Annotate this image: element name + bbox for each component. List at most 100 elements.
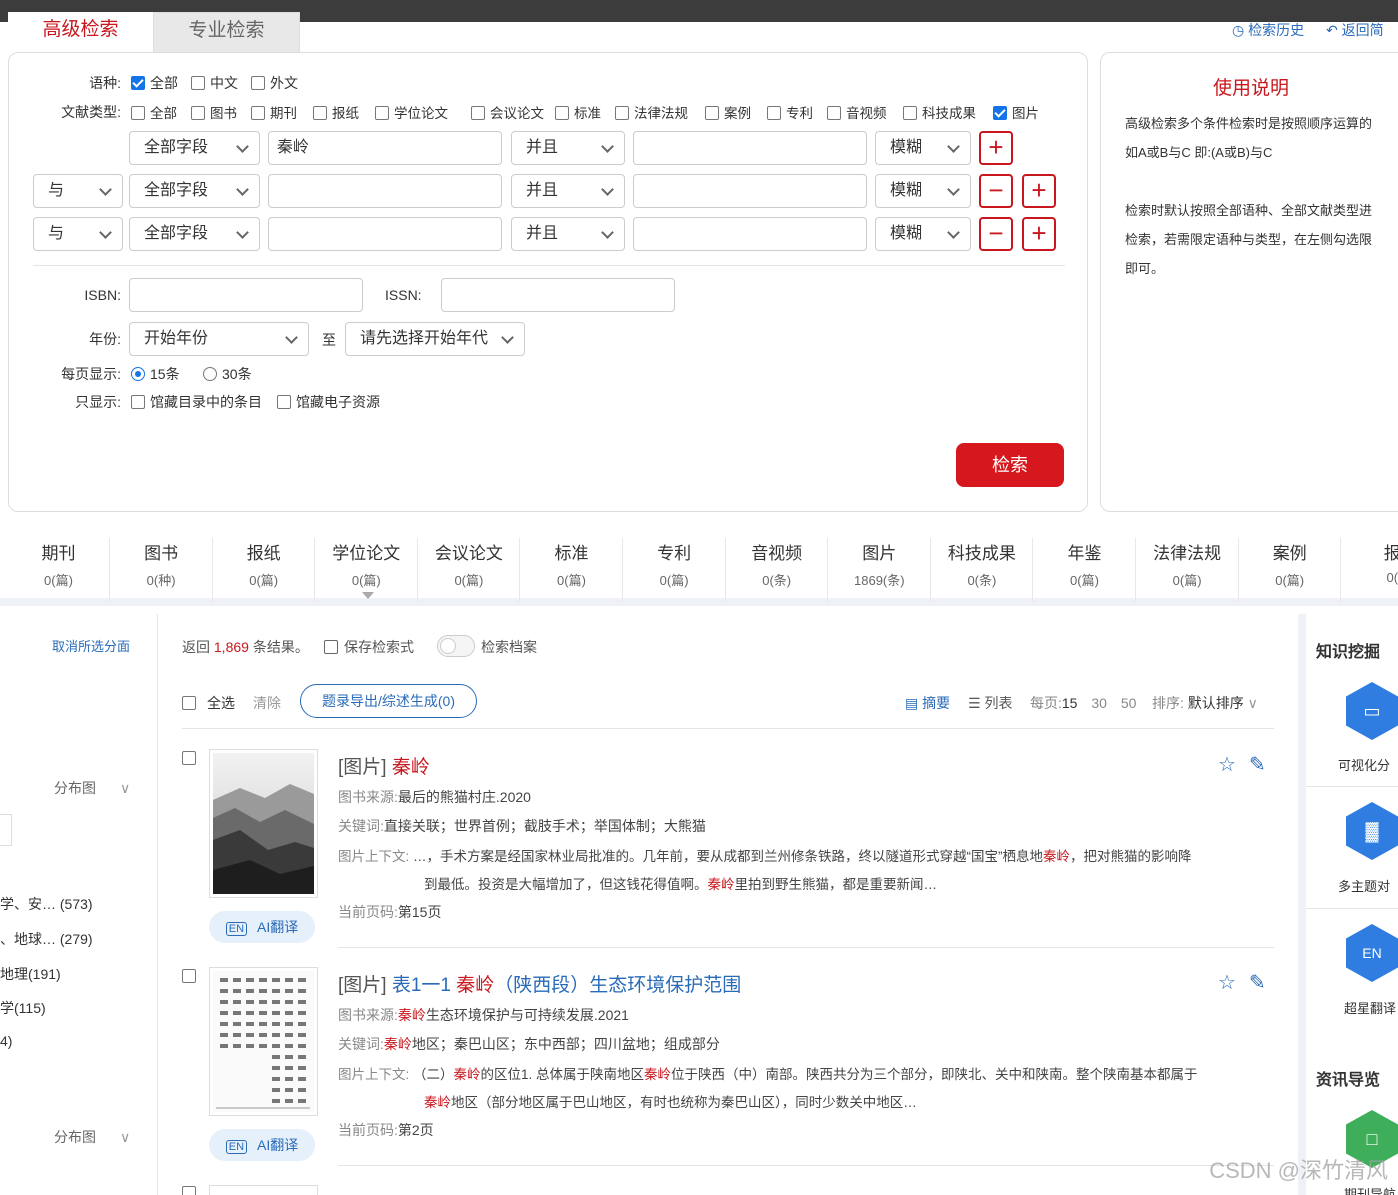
visualization-label[interactable]: 可视化分: [1338, 755, 1390, 774]
result-title[interactable]: [图片] 表1一1 秦岭（陕西段）生态环境保护范围: [338, 970, 741, 997]
translate-icon[interactable]: EN: [1346, 924, 1398, 982]
search-button[interactable]: 检索: [956, 443, 1064, 487]
facet-item[interactable]: 学、安… (573): [0, 894, 93, 914]
result-checkbox[interactable]: [182, 968, 201, 984]
keyword-input-1[interactable]: 秦岭: [268, 131, 502, 165]
op-select-3[interactable]: 并且: [511, 217, 625, 251]
doctype-checkbox[interactable]: 全部: [131, 102, 177, 122]
category-tab[interactable]: 科技成果 0(条): [931, 538, 1034, 602]
keyword2-input-1[interactable]: [633, 131, 867, 165]
distribution-chart-toggle[interactable]: 分布图 ∨: [54, 1127, 130, 1147]
ai-translate-button[interactable]: EN AI翻译: [209, 1129, 315, 1161]
result-thumbnail[interactable]: [209, 1185, 318, 1195]
cancel-facets-link[interactable]: 取消所选分面: [52, 636, 130, 655]
keyword2-input-3[interactable]: [633, 217, 867, 251]
category-tab[interactable]: 标准 0(篇): [521, 538, 623, 602]
sort-control[interactable]: 排序: 默认排序 ∨: [1152, 693, 1258, 713]
result-thumbnail[interactable]: [209, 967, 318, 1116]
ai-translate-button[interactable]: EN AI翻译: [209, 911, 315, 943]
category-tab[interactable]: 图书 0(种): [111, 538, 213, 602]
language-checkbox[interactable]: 全部: [131, 73, 178, 93]
facet-item[interactable]: 4): [0, 1033, 12, 1049]
isbn-input[interactable]: [129, 278, 363, 312]
doctype-checkbox[interactable]: 法律法规: [615, 102, 688, 122]
doctype-checkbox[interactable]: 案例: [705, 102, 751, 122]
doctype-checkbox[interactable]: 专利: [767, 102, 813, 122]
only-electronic-checkbox[interactable]: 馆藏电子资源: [277, 392, 380, 412]
category-tab[interactable]: 音视频 0(条): [726, 538, 829, 602]
category-tab[interactable]: 案例 0(篇): [1239, 538, 1342, 602]
view-list-button[interactable]: ☰ 列表: [968, 693, 1012, 713]
history-link[interactable]: ◷ 检索历史: [1232, 22, 1304, 38]
op-select-2[interactable]: 并且: [511, 174, 625, 208]
mode-select-2[interactable]: 模糊: [875, 174, 971, 208]
edit-note-icon[interactable]: ✎: [1249, 970, 1266, 995]
category-tab[interactable]: 法律法规 0(篇): [1137, 538, 1239, 602]
field-select-1[interactable]: 全部字段: [129, 131, 260, 165]
doctype-checkbox[interactable]: 期刊: [251, 102, 297, 122]
perpage-15[interactable]: 15: [1062, 695, 1078, 711]
perpage-50[interactable]: 50: [1121, 695, 1137, 711]
facet-item[interactable]: 、地球… (279): [0, 929, 93, 949]
save-query-button[interactable]: 保存检索式: [324, 637, 414, 657]
doctype-checkbox[interactable]: 科技成果: [903, 102, 976, 122]
doctype-checkbox[interactable]: 图书: [191, 102, 237, 122]
add-row-button[interactable]: +: [1022, 174, 1056, 208]
language-checkbox[interactable]: 中文: [191, 73, 238, 93]
export-button[interactable]: 题录导出/综述生成(0): [300, 684, 477, 718]
doctype-checkbox[interactable]: 学位论文: [375, 102, 448, 122]
logic-select-3[interactable]: 与: [33, 217, 123, 251]
view-abstract-button[interactable]: ▤ 摘要: [905, 693, 950, 713]
clear-button[interactable]: 清除: [253, 693, 281, 713]
favorite-star-icon[interactable]: ☆: [1218, 970, 1236, 995]
category-tab[interactable]: 专利 0(篇): [624, 538, 726, 602]
result-checkbox[interactable]: [182, 750, 201, 766]
language-checkbox[interactable]: 外文: [251, 73, 298, 93]
doctype-checkbox[interactable]: 音视频: [827, 102, 887, 122]
select-all-checkbox[interactable]: 全选: [182, 693, 235, 713]
distribution-chart-toggle[interactable]: 分布图 ∨: [54, 778, 130, 798]
journal-nav-label[interactable]: 期刊导航: [1344, 1184, 1396, 1195]
doctype-checkbox[interactable]: 会议论文: [471, 102, 544, 122]
facet-item[interactable]: 地理(191): [0, 964, 61, 984]
tab-professional-search[interactable]: 专业检索: [153, 12, 300, 52]
multi-topic-icon[interactable]: ▓: [1346, 802, 1398, 860]
perpage-30-radio[interactable]: 30条: [203, 364, 252, 384]
result-checkbox[interactable]: [182, 1185, 201, 1195]
mode-select-1[interactable]: 模糊: [875, 131, 971, 165]
mode-select-3[interactable]: 模糊: [875, 217, 971, 251]
perpage-30[interactable]: 30: [1091, 695, 1107, 711]
category-tab[interactable]: 年鉴 0(篇): [1034, 538, 1136, 602]
category-tab[interactable]: 报纸 0(篇): [213, 538, 316, 602]
back-link[interactable]: ↶ 返回简: [1326, 22, 1384, 38]
result-title[interactable]: [图片] 秦岭: [338, 752, 430, 779]
translate-label[interactable]: 超星翻译: [1344, 998, 1396, 1017]
doctype-checkbox[interactable]: 标准: [555, 102, 601, 122]
logic-select-2[interactable]: 与: [33, 174, 123, 208]
issn-input[interactable]: [441, 278, 675, 312]
year-start-select[interactable]: 开始年份: [129, 322, 309, 356]
perpage-15-radio[interactable]: 15条: [131, 364, 180, 384]
tab-advanced-search[interactable]: 高级检索: [8, 12, 153, 52]
archive-toggle[interactable]: [437, 635, 475, 657]
result-thumbnail[interactable]: [209, 749, 318, 898]
category-tab[interactable]: 图片 1869(条): [829, 538, 931, 602]
visualization-icon[interactable]: ▭: [1346, 682, 1398, 740]
favorite-star-icon[interactable]: ☆: [1218, 752, 1236, 777]
keyword2-input-2[interactable]: [633, 174, 867, 208]
remove-row-button[interactable]: −: [979, 174, 1013, 208]
keyword-input-3[interactable]: [268, 217, 502, 251]
category-tab[interactable]: 会议论文 0(篇): [418, 538, 521, 602]
op-select-1[interactable]: 并且: [511, 131, 625, 165]
multi-topic-label[interactable]: 多主题对: [1338, 876, 1390, 895]
add-row-button[interactable]: +: [1022, 217, 1056, 251]
add-row-button[interactable]: +: [979, 131, 1013, 165]
year-end-select[interactable]: 请先选择开始年代: [345, 322, 525, 356]
field-select-2[interactable]: 全部字段: [129, 174, 260, 208]
category-tab[interactable]: 报 0(: [1342, 538, 1398, 602]
category-tab[interactable]: 期刊 0(篇): [8, 538, 110, 602]
keyword-input-2[interactable]: [268, 174, 502, 208]
doctype-checkbox[interactable]: 报纸: [313, 102, 359, 122]
facet-item[interactable]: 学(115): [0, 998, 46, 1018]
field-select-3[interactable]: 全部字段: [129, 217, 260, 251]
